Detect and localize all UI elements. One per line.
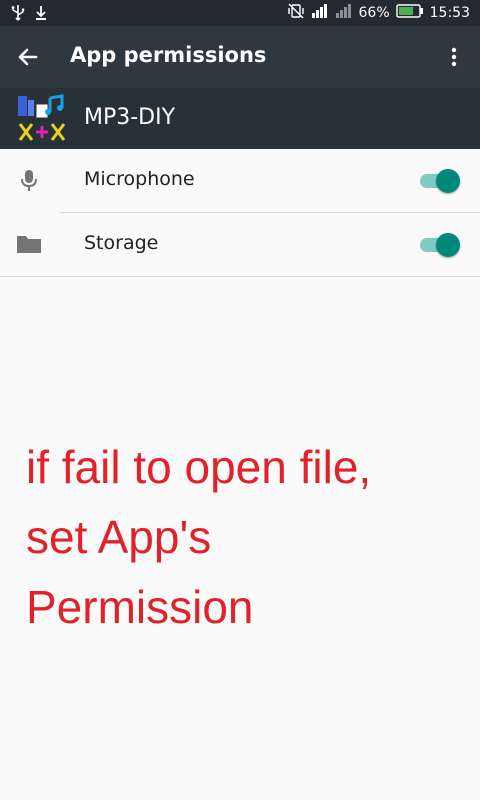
battery-icon (395, 4, 424, 22)
divider (0, 276, 480, 277)
annotation-line: set App's (26, 511, 212, 563)
more-options-icon[interactable] (442, 45, 466, 69)
page-title: App permissions (70, 43, 267, 67)
app-name: MP3-DIY (84, 105, 176, 130)
usb-icon (10, 4, 26, 26)
vibrate-icon (287, 2, 305, 24)
microphone-toggle[interactable] (420, 169, 460, 193)
annotation-line: if fail to open file, (26, 441, 372, 493)
clock: 15:53 (429, 5, 470, 21)
status-bar: 66% 15:53 (0, 0, 480, 26)
permission-row-storage[interactable]: Storage (0, 213, 480, 276)
signal-secondary-icon (335, 3, 353, 23)
annotation-text: if fail to open file, set App's Permissi… (26, 432, 476, 642)
app-header: MP3-DIY (0, 88, 480, 149)
permission-row-microphone[interactable]: Microphone (0, 149, 480, 212)
battery-percent: 66% (358, 5, 390, 21)
app-icon (16, 94, 68, 144)
app-bar: App permissions (0, 26, 480, 88)
storage-toggle[interactable] (420, 233, 460, 257)
toggle-thumb (436, 169, 460, 193)
toggle-thumb (436, 233, 460, 257)
annotation-line: Permission (26, 581, 254, 633)
folder-icon (16, 231, 42, 257)
download-icon (34, 4, 48, 26)
permission-label: Storage (84, 232, 159, 254)
permission-label: Microphone (84, 168, 195, 190)
microphone-icon (16, 167, 42, 193)
back-arrow-icon[interactable] (14, 43, 42, 71)
signal-icon (311, 3, 329, 23)
